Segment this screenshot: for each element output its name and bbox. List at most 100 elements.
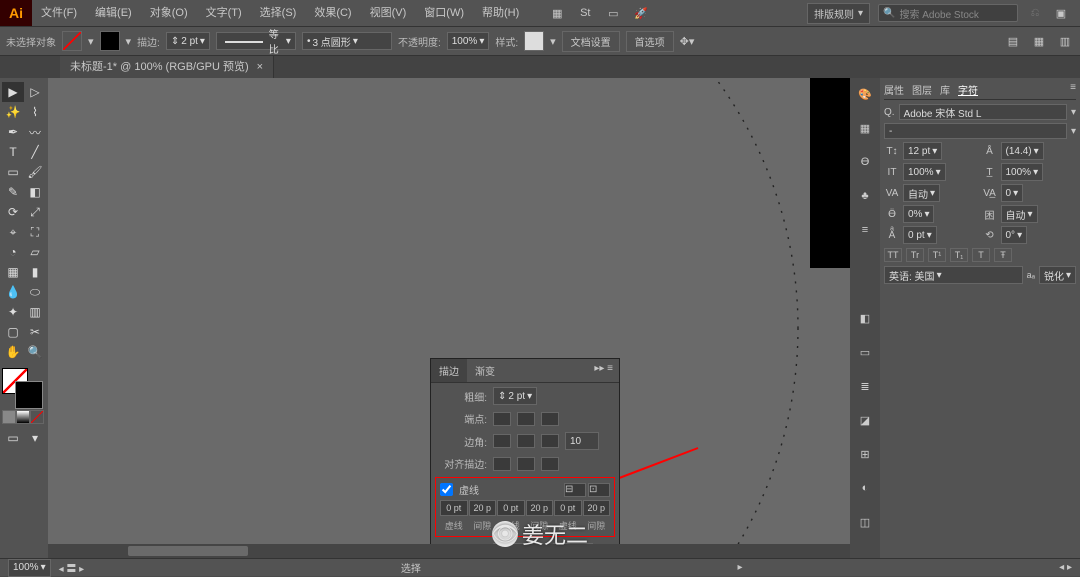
dock-swatches-icon[interactable]: ▦ xyxy=(855,118,875,138)
align-inside[interactable] xyxy=(517,457,535,471)
panel-weight-input[interactable]: ⇕ 2 pt ▾ xyxy=(493,387,537,405)
font-style-dropdown[interactable]: - xyxy=(884,123,1067,139)
zoom-tool[interactable]: 🔍 xyxy=(24,342,46,362)
lasso-tool[interactable]: ⌇ xyxy=(24,102,46,122)
document-tab[interactable]: 未标题-1* @ 100% (RGB/GPU 预览)× xyxy=(60,56,274,78)
dash-value[interactable]: 20 p xyxy=(526,500,554,516)
dock-align-icon[interactable]: ≣ xyxy=(855,376,875,396)
close-icon[interactable]: × xyxy=(257,56,263,78)
text-case-button[interactable]: Ŧ xyxy=(994,248,1012,262)
menu-编辑(E)[interactable]: 编辑(E) xyxy=(86,0,141,26)
bridge-icon[interactable]: ▦ xyxy=(548,4,566,22)
direct-selection-tool[interactable]: ▷ xyxy=(24,82,46,102)
dash-value[interactable]: 0 pt xyxy=(554,500,582,516)
align-center[interactable] xyxy=(493,457,511,471)
dash-preserve[interactable]: ⊟ xyxy=(564,483,586,497)
menu-窗口(W)[interactable]: 窗口(W) xyxy=(415,0,473,26)
hscale-input[interactable]: 100%▾ xyxy=(1001,163,1044,181)
dash-align[interactable]: ⊡ xyxy=(588,483,610,497)
free-transform-tool[interactable]: ⛶ xyxy=(24,222,46,242)
prefs-button[interactable]: 首选项 xyxy=(626,31,674,52)
transform-icon[interactable]: ✥▾ xyxy=(680,35,695,48)
screen-mode-normal[interactable]: ▭ xyxy=(2,428,24,448)
style-swatch[interactable] xyxy=(524,31,544,51)
dock-color-icon[interactable]: 🎨 xyxy=(855,84,875,104)
dock-symbols-icon[interactable]: ♣ xyxy=(855,186,875,206)
menu-帮助(H)[interactable]: 帮助(H) xyxy=(473,0,528,26)
dock-brushes-icon[interactable]: Ɵ xyxy=(855,152,875,172)
panel-collapse-icon[interactable]: ▸▸ ≡ xyxy=(588,359,619,382)
shaper-tool[interactable]: ✎ xyxy=(2,182,24,202)
h-scrollbar[interactable] xyxy=(48,544,850,558)
cap-square[interactable] xyxy=(541,412,559,426)
gradient-tab[interactable]: 渐变 xyxy=(467,359,503,382)
text-case-button[interactable]: TT xyxy=(884,248,902,262)
blend-tool[interactable]: ⬭ xyxy=(24,282,46,302)
text-case-button[interactable]: T₁ xyxy=(950,248,968,262)
magic-wand-tool[interactable]: ✨ xyxy=(2,102,24,122)
gradient-tool[interactable]: ▮ xyxy=(24,262,46,282)
dock-appearance-icon[interactable]: ◐ xyxy=(855,478,875,498)
stroke-tab[interactable]: 描边 xyxy=(431,359,467,382)
menu-对象(O)[interactable]: 对象(O) xyxy=(141,0,197,26)
arrange-icon[interactable]: ▭ xyxy=(604,4,622,22)
tab-libraries[interactable]: 库 xyxy=(940,82,950,97)
brush-tool[interactable]: 🖌 xyxy=(24,162,46,182)
text-case-button[interactable]: T xyxy=(972,248,990,262)
text-case-button[interactable]: T¹ xyxy=(928,248,946,262)
cap-butt[interactable] xyxy=(493,412,511,426)
stock-icon[interactable]: St xyxy=(576,4,594,22)
dashed-checkbox[interactable] xyxy=(440,483,453,496)
stroke-weight-input[interactable]: ⇕ 2 pt ▾ xyxy=(166,32,210,50)
hand-tool[interactable]: ✋ xyxy=(2,342,24,362)
zoom-input[interactable]: 100% ▾ xyxy=(8,559,51,577)
tab-character[interactable]: 字符 xyxy=(958,82,978,97)
panel-icon-1[interactable]: ▤ xyxy=(1004,32,1022,50)
dock-layers-icon[interactable]: ◧ xyxy=(855,308,875,328)
slice-tool[interactable]: ✂ xyxy=(24,322,46,342)
sync-icon[interactable]: ⎌ xyxy=(1026,4,1044,22)
menu-文件(F)[interactable]: 文件(F) xyxy=(32,0,86,26)
tsume-input[interactable]: 自动▾ xyxy=(1001,205,1038,223)
artboard-tool[interactable]: ▢ xyxy=(2,322,24,342)
type-tool[interactable]: T xyxy=(2,142,24,162)
tracking-input[interactable]: 0▾ xyxy=(1001,184,1024,202)
rotate-tool[interactable]: ⟳ xyxy=(2,202,24,222)
menu-视图(V)[interactable]: 视图(V) xyxy=(361,0,416,26)
curvature-tool[interactable]: 〰 xyxy=(24,122,46,142)
fill-stroke-control[interactable] xyxy=(2,368,42,408)
rotation-input[interactable]: 0°▾ xyxy=(1001,226,1028,244)
menu-效果(C)[interactable]: 效果(C) xyxy=(305,0,360,26)
opacity-input[interactable]: 100% ▾ xyxy=(447,32,490,50)
symbol-spray-tool[interactable]: ✦ xyxy=(2,302,24,322)
stroke-swatch[interactable] xyxy=(100,31,120,51)
rectangle-tool[interactable]: ▭ xyxy=(2,162,24,182)
panel-icon-3[interactable]: ▥ xyxy=(1056,32,1074,50)
tab-properties[interactable]: 属性 xyxy=(884,82,904,97)
panel-menu-icon[interactable]: ≡ xyxy=(1070,82,1076,97)
gpu-icon[interactable]: 🚀 xyxy=(632,4,650,22)
mesh-tool[interactable]: ▦ xyxy=(2,262,24,282)
layout-rule-dropdown[interactable]: 排版规则▾ xyxy=(807,3,870,24)
menu-选择(S)[interactable]: 选择(S) xyxy=(251,0,306,26)
dock-stroke-icon[interactable]: ≡ xyxy=(855,220,875,240)
vscale-input[interactable]: 100%▾ xyxy=(903,163,946,181)
brush-dropdown[interactable]: • 3 点圆形 ▾ xyxy=(302,32,392,50)
dash-value[interactable]: 20 p xyxy=(583,500,611,516)
color-mode-chips[interactable] xyxy=(2,410,46,424)
eyedropper-tool[interactable]: 💧 xyxy=(2,282,24,302)
align-outside[interactable] xyxy=(541,457,559,471)
dash-value[interactable]: 0 pt xyxy=(497,500,525,516)
search-stock-input[interactable]: 🔍搜索 Adobe Stock xyxy=(878,4,1018,22)
font-size-input[interactable]: 12 pt▾ xyxy=(903,142,942,160)
line-tool[interactable]: ╱ xyxy=(24,142,46,162)
dock-graphic-styles-icon[interactable]: ◫ xyxy=(855,512,875,532)
dock-pathfinder-icon[interactable]: ◪ xyxy=(855,410,875,430)
rise-input[interactable]: 0 pt▾ xyxy=(903,226,937,244)
uniform-dropdown[interactable]: 等比 ▾ xyxy=(216,32,296,50)
dash-value[interactable]: 20 p xyxy=(469,500,497,516)
dock-artboards-icon[interactable]: ▭ xyxy=(855,342,875,362)
screen-mode-dropdown[interactable]: ▾ xyxy=(24,428,46,448)
cap-round[interactable] xyxy=(517,412,535,426)
dash-value[interactable]: 0 pt xyxy=(440,500,468,516)
